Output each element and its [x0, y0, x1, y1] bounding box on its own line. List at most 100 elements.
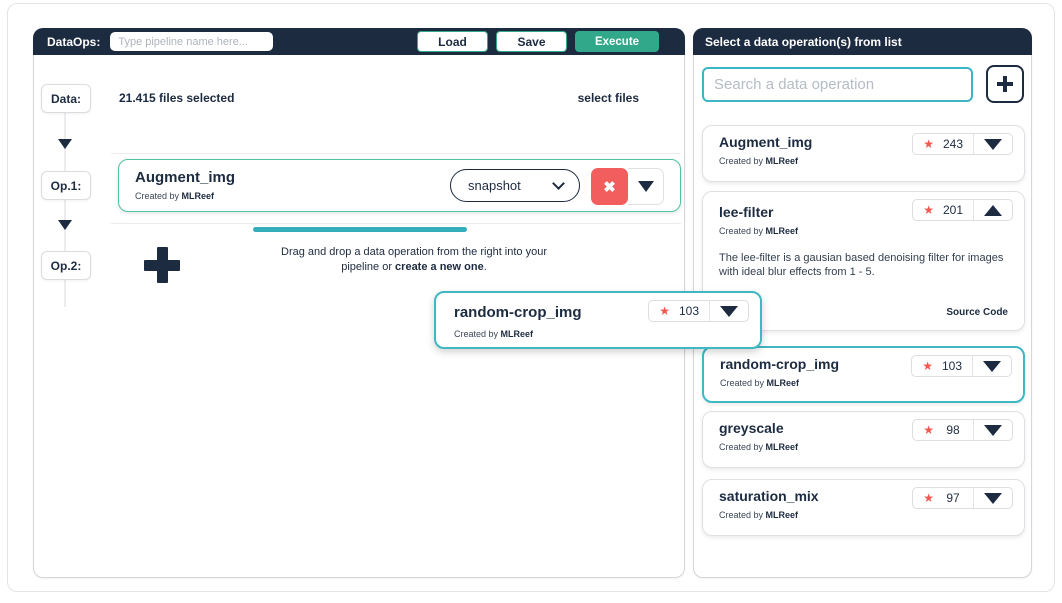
expand-toggle[interactable]	[710, 306, 748, 317]
star-badge[interactable]: ★ 201	[912, 199, 1013, 221]
drop-text-line2: pipeline or	[341, 261, 395, 273]
select-files-link[interactable]: select files	[578, 91, 639, 105]
star-badge[interactable]: ★ 97	[912, 487, 1013, 509]
data-step-box: Data:	[41, 84, 91, 113]
dragged-operation-card[interactable]: random-crop_img Created by MLReef ★ 103	[434, 291, 762, 349]
operation-card[interactable]: Augment_img Created by MLReef ★ 243	[702, 125, 1025, 182]
operation-title: Augment_img	[719, 134, 812, 150]
pipeline-name-input[interactable]	[110, 32, 273, 51]
operation-title: saturation_mix	[719, 488, 819, 504]
expand-toggle[interactable]	[974, 493, 1012, 504]
triangle-down-icon	[984, 139, 1002, 150]
remove-operation-button[interactable]: ✖	[591, 168, 628, 205]
files-selected-text: 21.415 files selected	[119, 91, 234, 105]
operation-title: random-crop_img	[720, 356, 839, 372]
created-prefix: Created by	[135, 191, 182, 201]
created-prefix: Created by	[719, 226, 766, 236]
operation-created-by: Created by MLReef	[719, 226, 798, 236]
search-operation-input[interactable]	[702, 67, 973, 102]
op1-card-created-by: Created by MLReef	[135, 191, 214, 201]
operation-title: greyscale	[719, 420, 784, 436]
operation-card[interactable]: greyscale Created by MLReef ★ 98	[702, 411, 1025, 468]
created-prefix: Created by	[454, 329, 501, 339]
operation-created-by: Created by MLReef	[719, 156, 798, 166]
triangle-down-icon	[638, 181, 654, 192]
operation-card[interactable]: random-crop_img Created by MLReef ★ 103	[702, 346, 1025, 403]
created-prefix: Created by	[720, 378, 767, 388]
drop-zone-text: Drag and drop a data operation from the …	[214, 245, 614, 275]
plus-icon	[144, 247, 180, 283]
create-new-one-link[interactable]: create a new one	[395, 261, 484, 273]
created-author: MLReef	[766, 442, 799, 452]
star-badge[interactable]: ★ 103	[911, 355, 1012, 377]
created-author: MLReef	[766, 156, 799, 166]
created-author: MLReef	[766, 510, 799, 520]
star-badge[interactable]: ★ 103	[648, 300, 749, 322]
operation-card[interactable]: saturation_mix Created by MLReef ★ 97	[702, 479, 1025, 536]
chevron-down-icon	[552, 177, 565, 190]
operations-panel-header: Select a data operation(s) from list	[693, 28, 1032, 55]
operation-created-by: Created by MLReef	[720, 378, 799, 388]
created-prefix: Created by	[719, 156, 766, 166]
operation-title: lee-filter	[719, 204, 773, 220]
toolbar-buttons: Load Save Execute	[417, 31, 659, 52]
created-author: MLReef	[767, 378, 800, 388]
snapshot-dropdown-value: snapshot	[468, 178, 521, 193]
star-badge[interactable]: ★ 98	[912, 419, 1013, 441]
add-operation-button[interactable]	[986, 65, 1024, 103]
collapse-toggle[interactable]	[974, 205, 1012, 216]
star-icon: ★	[923, 423, 934, 437]
snapshot-dropdown[interactable]: snapshot	[450, 169, 580, 202]
expand-toggle[interactable]	[974, 425, 1012, 436]
operation-created-by: Created by MLReef	[719, 510, 798, 520]
drop-text-period: .	[484, 261, 487, 273]
op1-card-actions: ✖	[591, 168, 664, 205]
op1-step-label: Op.1:	[51, 179, 82, 193]
expand-toggle[interactable]	[974, 139, 1012, 150]
created-author: MLReef	[766, 226, 799, 236]
created-author: MLReef	[501, 329, 534, 339]
triangle-down-icon	[984, 425, 1002, 436]
op1-step-box: Op.1:	[41, 171, 91, 200]
created-prefix: Created by	[719, 510, 766, 520]
op1-card[interactable]: Augment_img Created by MLReef snapshot ✖	[118, 159, 681, 212]
star-icon: ★	[922, 359, 933, 373]
star-count: 103	[940, 359, 964, 373]
data-step-label: Data:	[51, 92, 81, 106]
star-badge[interactable]: ★ 243	[912, 133, 1013, 155]
op2-step-box: Op.2:	[41, 251, 91, 280]
triangle-down-icon	[984, 493, 1002, 504]
flow-arrow-icon	[58, 139, 72, 149]
drop-text-line1: Drag and drop a data operation from the …	[281, 246, 547, 258]
star-icon: ★	[923, 491, 934, 505]
collapse-operation-button[interactable]	[628, 168, 664, 205]
star-count: 98	[941, 423, 965, 437]
star-icon: ★	[923, 203, 934, 217]
dragged-card-title: random-crop_img	[454, 304, 582, 321]
star-count: 103	[677, 304, 701, 318]
execute-button[interactable]: Execute	[575, 31, 659, 52]
star-count: 97	[941, 491, 965, 505]
created-prefix: Created by	[719, 442, 766, 452]
operations-panel-title: Select a data operation(s) from list	[705, 35, 902, 49]
dragged-card-created-by: Created by MLReef	[454, 329, 533, 339]
triangle-up-icon	[984, 205, 1002, 216]
expand-toggle[interactable]	[973, 361, 1011, 372]
star-count: 201	[941, 203, 965, 217]
operation-description: The lee-filter is a gausian based denois…	[719, 251, 1015, 279]
created-author: MLReef	[182, 191, 215, 201]
drop-position-indicator	[253, 227, 467, 232]
star-icon: ★	[659, 304, 670, 318]
mlreef-dataops-screen: DataOps: Load Save Execute Data: 21.415 …	[0, 0, 1062, 603]
star-icon: ★	[923, 137, 934, 151]
save-button[interactable]: Save	[496, 31, 567, 52]
source-code-link[interactable]: Source Code	[946, 307, 1008, 318]
op1-card-title: Augment_img	[135, 169, 235, 186]
pipeline-toolbar: DataOps: Load Save Execute	[33, 28, 685, 55]
flow-arrow-icon	[58, 220, 72, 230]
operation-created-by: Created by MLReef	[719, 442, 798, 452]
op2-step-label: Op.2:	[51, 259, 82, 273]
load-button[interactable]: Load	[417, 31, 488, 52]
triangle-down-icon	[983, 361, 1001, 372]
row-separator	[111, 223, 681, 224]
